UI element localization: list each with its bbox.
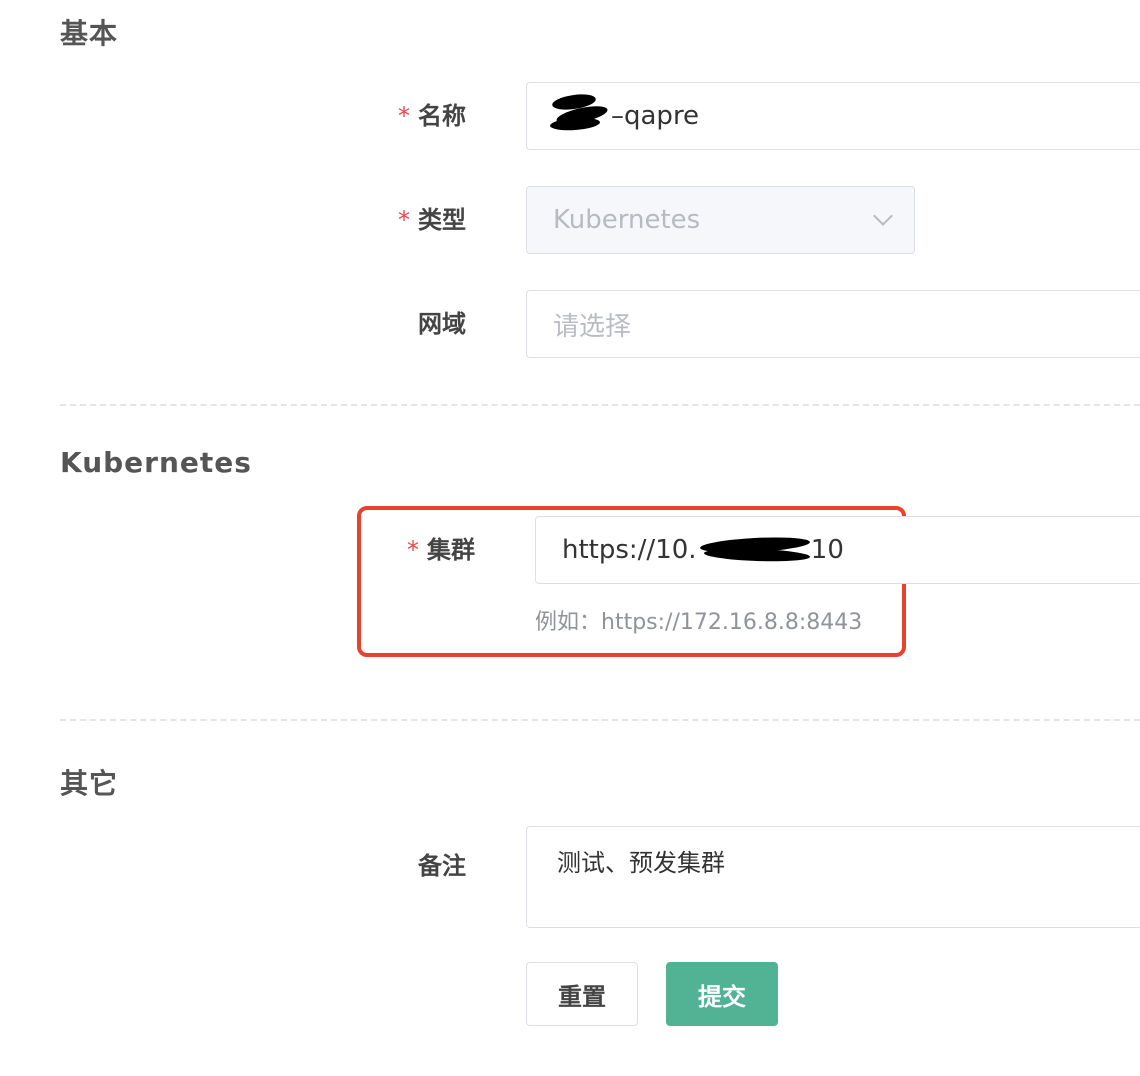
domain-select-placeholder: 请选择 bbox=[553, 311, 632, 342]
cluster-input-value-suffix: .10 bbox=[802, 535, 844, 565]
type-select[interactable]: Kubernetes bbox=[526, 186, 915, 254]
cluster-input-value-prefix: https://10. bbox=[562, 535, 697, 565]
remark-textarea[interactable]: 测试、预发集群 bbox=[526, 826, 1140, 928]
cluster-hint: 例如：https://172.16.8.8:8443 bbox=[535, 610, 863, 635]
name-label: * 名称 bbox=[398, 102, 466, 130]
section-title-basic: 基本 bbox=[60, 17, 119, 50]
chevron-down-icon bbox=[873, 206, 893, 226]
required-mark: * bbox=[398, 206, 410, 234]
remark-textarea-value: 测试、预发集群 bbox=[557, 849, 725, 877]
reset-button[interactable]: 重置 bbox=[526, 962, 638, 1026]
submit-button[interactable]: 提交 bbox=[666, 962, 778, 1026]
type-select-value: Kubernetes bbox=[553, 205, 701, 235]
cluster-label: * 集群 bbox=[407, 536, 475, 564]
domain-select[interactable]: 请选择 bbox=[526, 290, 1140, 358]
required-mark: * bbox=[398, 102, 410, 130]
section-divider bbox=[60, 404, 1140, 406]
section-title-kubernetes: Kubernetes bbox=[60, 446, 252, 479]
type-label: * 类型 bbox=[398, 206, 466, 234]
section-divider bbox=[60, 719, 1140, 721]
required-mark: * bbox=[407, 536, 419, 564]
cluster-input[interactable]: https://10. .10 bbox=[535, 516, 1140, 584]
name-input[interactable]: –qapre bbox=[526, 82, 1140, 150]
remark-label: 备注 bbox=[418, 852, 466, 880]
name-input-value: –qapre bbox=[611, 101, 700, 131]
section-title-other: 其它 bbox=[60, 767, 119, 800]
domain-label: 网域 bbox=[418, 310, 466, 338]
